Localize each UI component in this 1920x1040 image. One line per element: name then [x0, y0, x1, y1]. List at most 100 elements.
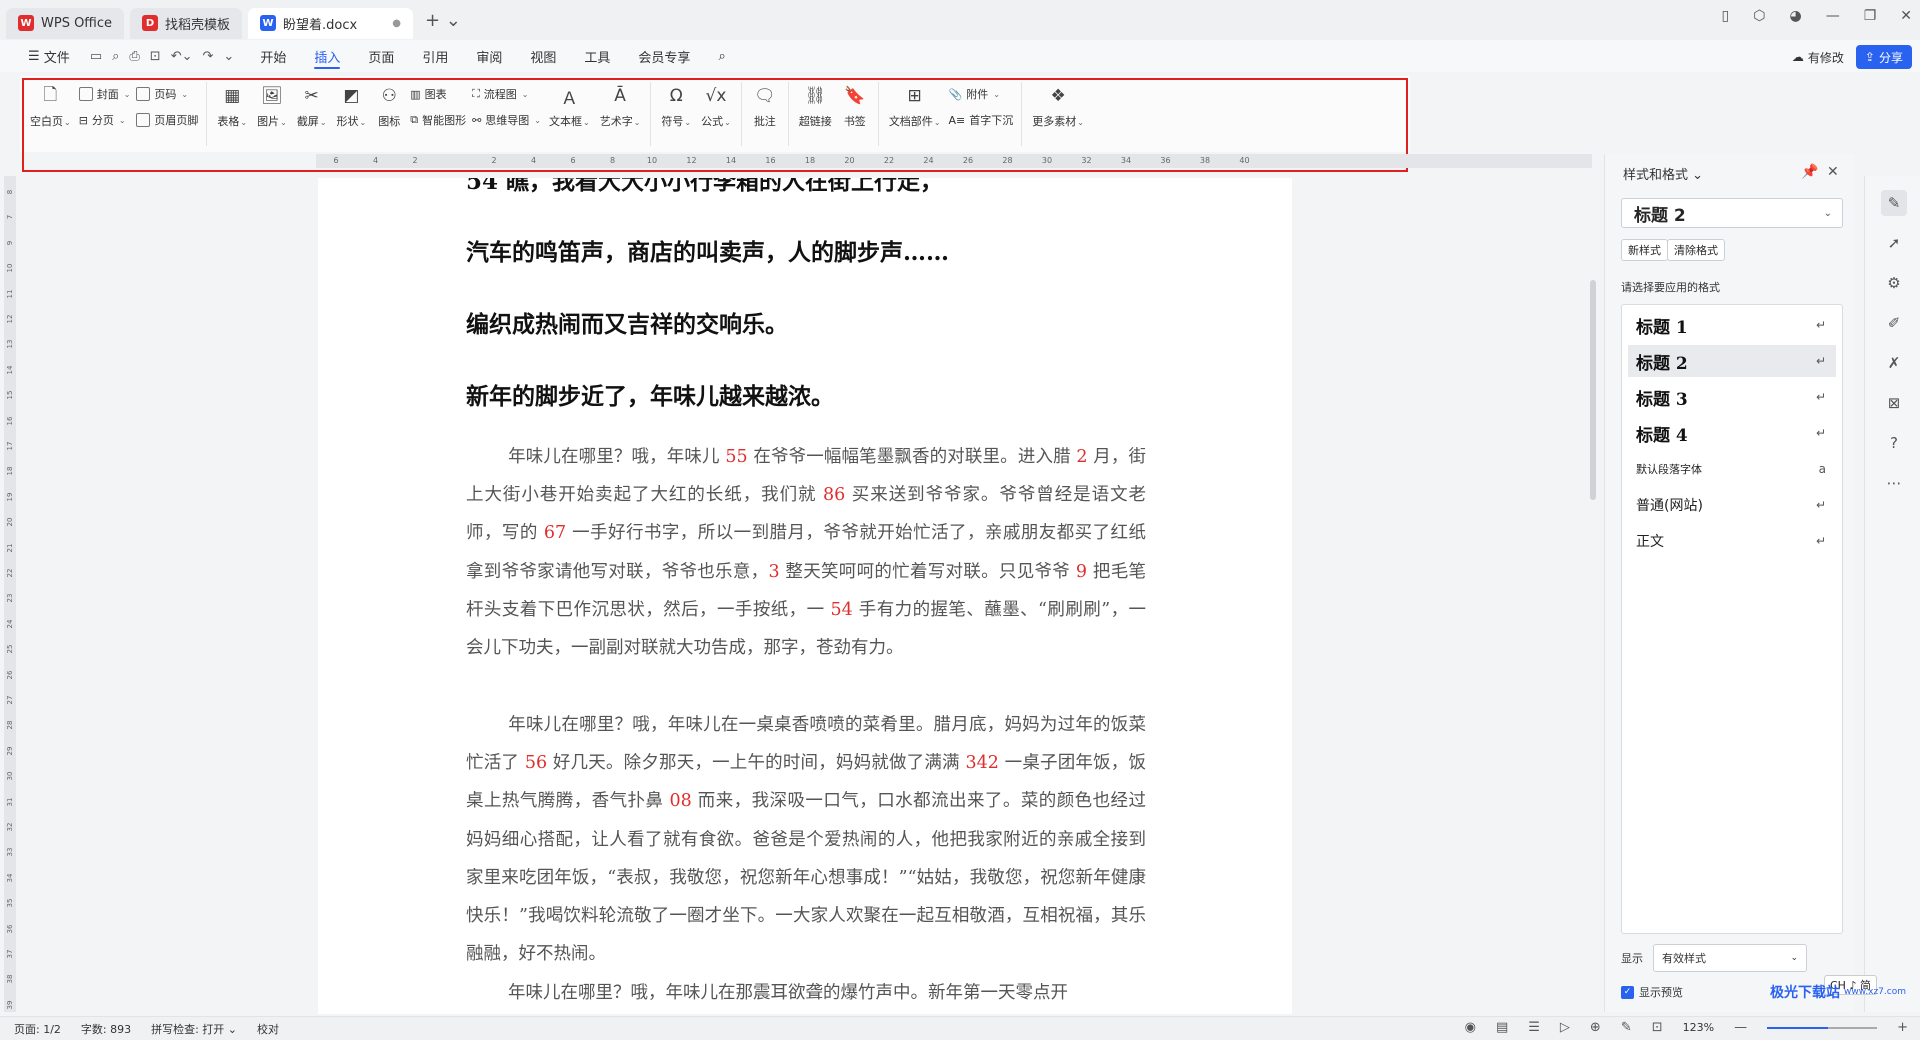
- document-page[interactable]: 54 瞧，我看大大小小行李箱的人在街上行走， 汽车的鸣笛声，商店的叫卖声，人的脚…: [318, 178, 1292, 1014]
- styles-pen-icon[interactable]: ✎: [1881, 190, 1907, 216]
- more-chevron-icon[interactable]: ⌄: [223, 49, 234, 64]
- comment-button[interactable]: 🗨 批注: [750, 82, 780, 146]
- tab-references[interactable]: 引用: [408, 40, 462, 72]
- textbox-button[interactable]: Ａ 文本框⌄: [547, 82, 592, 146]
- zoom-in-icon[interactable]: +: [1897, 1020, 1908, 1035]
- outline-view-icon[interactable]: ☰: [1528, 1020, 1540, 1035]
- web-view-icon[interactable]: ⊕: [1590, 1020, 1601, 1035]
- help-icon[interactable]: ?: [1881, 430, 1907, 456]
- tab-review[interactable]: 审阅: [462, 40, 516, 72]
- undo-icon[interactable]: ↶⌄: [171, 49, 193, 64]
- chart-button[interactable]: ▥ 图表: [410, 86, 466, 102]
- tab-view[interactable]: 视图: [516, 40, 570, 72]
- display-select[interactable]: 有效样式 ⌄: [1653, 944, 1807, 972]
- ruler-tick: 34: [1120, 156, 1132, 165]
- pin-icon[interactable]: 📌: [1801, 164, 1818, 180]
- clear-format-button[interactable]: 清除格式: [1667, 239, 1725, 261]
- tab-tools[interactable]: 工具: [570, 40, 624, 72]
- mind-map-button[interactable]: ⚯ 思维导图 ⌄: [472, 112, 541, 128]
- pen-icon[interactable]: ✎: [1621, 1020, 1632, 1035]
- show-preview-checkbox[interactable]: ✓ 显示预览: [1621, 984, 1683, 1000]
- page-view-icon[interactable]: ▤: [1496, 1020, 1508, 1035]
- panel-title: 样式和格式 ⌄: [1623, 168, 1704, 183]
- tab-insert[interactable]: 插入: [300, 40, 354, 72]
- page-break-button[interactable]: ⊟ 分页 ⌄: [79, 112, 131, 128]
- style-item[interactable]: 默认段落字体 a: [1628, 453, 1836, 485]
- style-item[interactable]: 标题 4 ↵: [1628, 417, 1836, 449]
- file-menu[interactable]: ☰ 文件: [14, 40, 84, 72]
- hyperlink-button[interactable]: ⛓ 超链接: [797, 82, 834, 146]
- textbox-icon: Ａ: [560, 88, 578, 109]
- preview-icon[interactable]: ⊡: [150, 49, 161, 64]
- wordart-button[interactable]: Ā 艺术字⌄: [598, 82, 643, 146]
- current-style-select[interactable]: 标题 2 ⌄: [1621, 198, 1843, 228]
- more-material-button[interactable]: ❖ 更多素材⌄: [1030, 82, 1086, 146]
- doc-parts-button[interactable]: ⊞ 文档部件⌄: [887, 82, 943, 146]
- modify-button[interactable]: ☁ 有修改: [1792, 49, 1844, 66]
- fit-page-icon[interactable]: ⊡: [1652, 1020, 1663, 1035]
- find-icon[interactable]: ⌕: [112, 49, 119, 64]
- blank-page-button[interactable]: 🗋 空白页⌄: [28, 82, 73, 146]
- cover-button[interactable]: 封面 ⌄: [78, 86, 130, 102]
- save-icon[interactable]: ▭: [90, 49, 102, 64]
- vertical-ruler[interactable]: 8 7 9 10 11 12 13 14 15 16 17 18 19 20 21 22 23 24 25 26 27 2…: [4, 176, 16, 1012]
- tab-home[interactable]: 开始: [246, 40, 300, 72]
- flowchart-button[interactable]: ⛶ 流程图 ⌄: [472, 86, 541, 102]
- attachment-button[interactable]: 📎 附件 ⌄: [949, 86, 1014, 102]
- style-item[interactable]: 标题 2 ↵: [1628, 345, 1836, 377]
- word-count[interactable]: 字数: 893: [81, 1021, 131, 1037]
- zoom-slider[interactable]: [1767, 1026, 1878, 1029]
- style-item[interactable]: 标题 1 ↵: [1628, 309, 1836, 341]
- symbol-button[interactable]: Ω 符号⌄: [659, 82, 693, 146]
- style-item[interactable]: 普通(网站) ↵: [1628, 489, 1836, 521]
- tab-close-icon[interactable]: ●: [392, 18, 401, 29]
- page-indicator[interactable]: 页面: 1/2: [14, 1021, 61, 1037]
- document-scrollbar[interactable]: [1590, 280, 1596, 500]
- style-item[interactable]: 标题 3 ↵: [1628, 381, 1836, 413]
- avatar[interactable]: ◕: [1789, 8, 1801, 24]
- more-dots-icon[interactable]: ⋯: [1881, 470, 1907, 496]
- spell-check[interactable]: 拼写检查: 打开 ⌄: [151, 1021, 237, 1037]
- new-tab-icon[interactable]: + ⌄: [425, 10, 461, 31]
- tab-wps-office[interactable]: W WPS Office: [6, 7, 125, 39]
- picture-button[interactable]: 🖼 图片⌄: [255, 82, 289, 146]
- adjust-icon[interactable]: ⚙: [1881, 270, 1907, 296]
- smart-shape-button[interactable]: ⧉ 智能图形: [410, 112, 466, 128]
- restore-icon[interactable]: ❐: [1864, 8, 1877, 24]
- screenshot-button[interactable]: ✂ 截屏⌄: [295, 82, 329, 146]
- tab-template[interactable]: D 找稻壳模板: [130, 7, 243, 39]
- formula-button[interactable]: √x 公式⌄: [699, 82, 733, 146]
- eye-icon[interactable]: ◉: [1465, 1020, 1476, 1035]
- share-button[interactable]: ⇪ 分享: [1855, 45, 1912, 69]
- cube-icon[interactable]: ⬡: [1753, 8, 1765, 24]
- shape-button[interactable]: ◩ 形状⌄: [335, 82, 369, 146]
- review-icon[interactable]: ⊠: [1881, 390, 1907, 416]
- proofread[interactable]: 校对: [257, 1021, 279, 1037]
- panel-close-icon[interactable]: ✕: [1827, 164, 1839, 180]
- redo-icon[interactable]: ↷: [203, 49, 214, 64]
- tools-icon[interactable]: ✗: [1881, 350, 1907, 376]
- tab-page[interactable]: 页面: [354, 40, 408, 72]
- print-icon[interactable]: ⎙: [129, 49, 139, 64]
- drop-cap-button[interactable]: A≡ 首字下沉: [949, 112, 1014, 128]
- layout-icon[interactable]: ▯: [1722, 8, 1730, 24]
- zoom-value[interactable]: 123%: [1683, 1021, 1714, 1034]
- table-button[interactable]: ▦ 表格⌄: [215, 82, 249, 146]
- horizontal-ruler[interactable]: 6 4 2 2 4 6 8 10 12 14 16 18 20 22 24 26 28 30 32 34 36 38 40: [316, 154, 1592, 168]
- minimize-icon[interactable]: —: [1826, 8, 1840, 24]
- header-footer-icon: [136, 113, 151, 127]
- icon-button[interactable]: ⚇ 图标: [374, 82, 404, 146]
- zoom-out-icon[interactable]: —: [1734, 1020, 1747, 1035]
- page-number-button[interactable]: 页码 ⌄: [136, 86, 198, 102]
- bookmark-button[interactable]: 🔖 书签: [840, 82, 870, 146]
- style-item[interactable]: 正文 ↵: [1628, 525, 1836, 557]
- tab-member[interactable]: 会员专享: [624, 40, 704, 72]
- new-style-button[interactable]: 新样式: [1621, 239, 1668, 261]
- search-icon[interactable]: ⌕: [704, 40, 739, 72]
- close-icon[interactable]: ✕: [1900, 8, 1912, 24]
- header-footer-button[interactable]: 页眉页脚: [136, 112, 198, 128]
- select-cursor-icon[interactable]: ➚: [1881, 230, 1907, 256]
- tab-document[interactable]: W 盼望着.docx ●: [248, 7, 413, 39]
- edit-doc-icon[interactable]: ✐: [1881, 310, 1907, 336]
- play-icon[interactable]: ▷: [1560, 1020, 1570, 1035]
